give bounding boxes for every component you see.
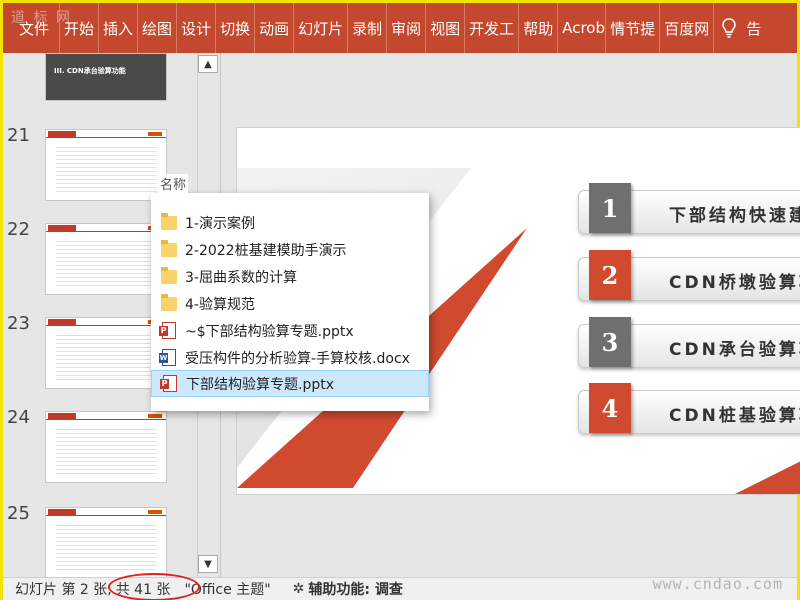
scroll-down-button[interactable]: ▼: [198, 555, 218, 573]
tab-animations[interactable]: 动画: [255, 3, 295, 53]
column-header-name[interactable]: 名称: [158, 174, 189, 193]
tab-storyboard[interactable]: 情节提: [606, 3, 661, 53]
agenda-item[interactable]: 3 CDN承台验算功: [578, 317, 800, 368]
tab-help[interactable]: 帮助: [519, 3, 559, 53]
ribbon-tabs: 文件 开始 插入 绘图 设计 切换 动画 幻灯片 录制 审阅 视图 开发工 帮助…: [3, 3, 797, 53]
thumbnail-header: [46, 508, 166, 516]
agenda-item-text: CDN承台验算功: [669, 339, 800, 360]
slide-number: 25: [7, 503, 30, 524]
word-file-icon: [159, 349, 176, 366]
lightbulb-icon[interactable]: [714, 3, 744, 53]
list-item[interactable]: 3-屈曲系数的计算: [151, 263, 429, 290]
slide-thumbnail-23[interactable]: [45, 317, 167, 389]
list-item[interactable]: 受压构件的分析验算-手算校核.docx: [151, 344, 429, 371]
agenda-number-badge: 2: [589, 250, 631, 300]
tab-slideshow[interactable]: 幻灯片: [294, 3, 349, 53]
slide-thumbnail-22[interactable]: [45, 223, 167, 295]
slide-thumbnail-top[interactable]: III. CDN承台验算功能: [45, 53, 167, 101]
agenda-number-badge: 4: [589, 383, 631, 433]
file-name: 4-验算规范: [185, 296, 255, 313]
tab-draw[interactable]: 绘图: [138, 3, 178, 53]
tab-acrobat[interactable]: Acrob: [558, 3, 607, 53]
file-name: ~$下部结构验算专题.pptx: [185, 323, 354, 340]
agenda-number-badge: 3: [589, 317, 631, 367]
agenda-item-text: 下部结构快速建模: [669, 205, 800, 226]
scroll-up-button[interactable]: ▲: [198, 55, 218, 73]
watermark-bottom-right: www.cndao.com: [652, 575, 783, 593]
slide-decoration-corner: [735, 454, 800, 494]
list-item-selected[interactable]: 下部结构验算专题.pptx: [151, 370, 429, 397]
folder-icon: [161, 266, 177, 284]
file-name: 下部结构验算专题.pptx: [186, 376, 334, 393]
file-name: 3-屈曲系数的计算: [185, 269, 297, 286]
slide-thumbnail-24[interactable]: [45, 411, 167, 483]
watermark-top-left: 道 标 网: [11, 10, 72, 26]
list-item[interactable]: 2-2022桩基建模助手演示: [151, 236, 429, 263]
tab-baidu-netdisk[interactable]: 百度网: [660, 3, 715, 53]
accessibility-icon: ✲: [292, 581, 305, 597]
file-list-popup: 1-演示案例 2-2022桩基建模助手演示 3-屈曲系数的计算 4-验算规范 ~…: [151, 193, 429, 411]
file-name: 2-2022桩基建模助手演示: [185, 242, 347, 259]
folder-icon: [161, 212, 177, 230]
accessibility-status[interactable]: ✲ 辅助功能: 调查: [293, 579, 403, 599]
agenda-item[interactable]: 4 CDN桩基验算功: [578, 383, 800, 434]
agenda-number-badge: 1: [589, 183, 631, 233]
list-item[interactable]: ~$下部结构验算专题.pptx: [151, 317, 429, 344]
slide-number: 24: [7, 407, 30, 428]
thumbnail-header: [46, 224, 166, 232]
thumbnail-header: [46, 412, 166, 420]
agenda-item-text: CDN桥墩验算功: [669, 272, 800, 293]
accessibility-label: 辅助功能: 调查: [308, 582, 403, 598]
lightbulb-icon-svg: [722, 18, 736, 38]
annotation-circle: [107, 573, 200, 600]
list-item[interactable]: 1-演示案例: [151, 209, 429, 236]
tab-design[interactable]: 设计: [177, 3, 217, 53]
tab-review[interactable]: 审阅: [387, 3, 427, 53]
tab-developer[interactable]: 开发工: [465, 3, 520, 53]
folder-icon: [161, 293, 177, 311]
tab-record[interactable]: 录制: [348, 3, 388, 53]
thumbnail-content: [56, 144, 156, 192]
slide-thumbnail-25[interactable]: [45, 507, 167, 579]
thumbnail-content: [56, 426, 156, 474]
slide-number: 21: [7, 125, 30, 146]
thumbnail-content: [56, 332, 156, 380]
tab-transitions[interactable]: 切换: [216, 3, 256, 53]
slide-indicator: 幻灯片 第 2 张,: [15, 582, 112, 598]
file-name: 1-演示案例: [185, 215, 255, 232]
slide-number: 22: [7, 219, 30, 240]
powerpoint-file-icon: [160, 375, 177, 392]
agenda-item-text: CDN桩基验算功: [669, 405, 800, 426]
list-item[interactable]: 4-验算规范: [151, 290, 429, 317]
folder-icon: [161, 239, 177, 257]
slide-total: 共 41 张: [107, 573, 200, 600]
thumbnail-content: [56, 522, 156, 570]
thumbnail-title: III. CDN承台验算功能: [54, 67, 126, 75]
thumbnail-content: [56, 238, 156, 286]
tab-view[interactable]: 视图: [426, 3, 466, 53]
thumbnail-header: [46, 318, 166, 326]
slide-number: 23: [7, 313, 30, 334]
agenda-item[interactable]: 2 CDN桥墩验算功: [578, 250, 800, 301]
agenda-item[interactable]: 1 下部结构快速建模: [578, 183, 800, 234]
tab-tell-me[interactable]: 告: [744, 3, 765, 53]
powerpoint-file-icon: [159, 322, 176, 339]
thumbnail-header: [46, 130, 166, 138]
tab-insert[interactable]: 插入: [99, 3, 139, 53]
file-name: 受压构件的分析验算-手算校核.docx: [185, 350, 410, 367]
slide-thumbnail-21[interactable]: [45, 129, 167, 201]
